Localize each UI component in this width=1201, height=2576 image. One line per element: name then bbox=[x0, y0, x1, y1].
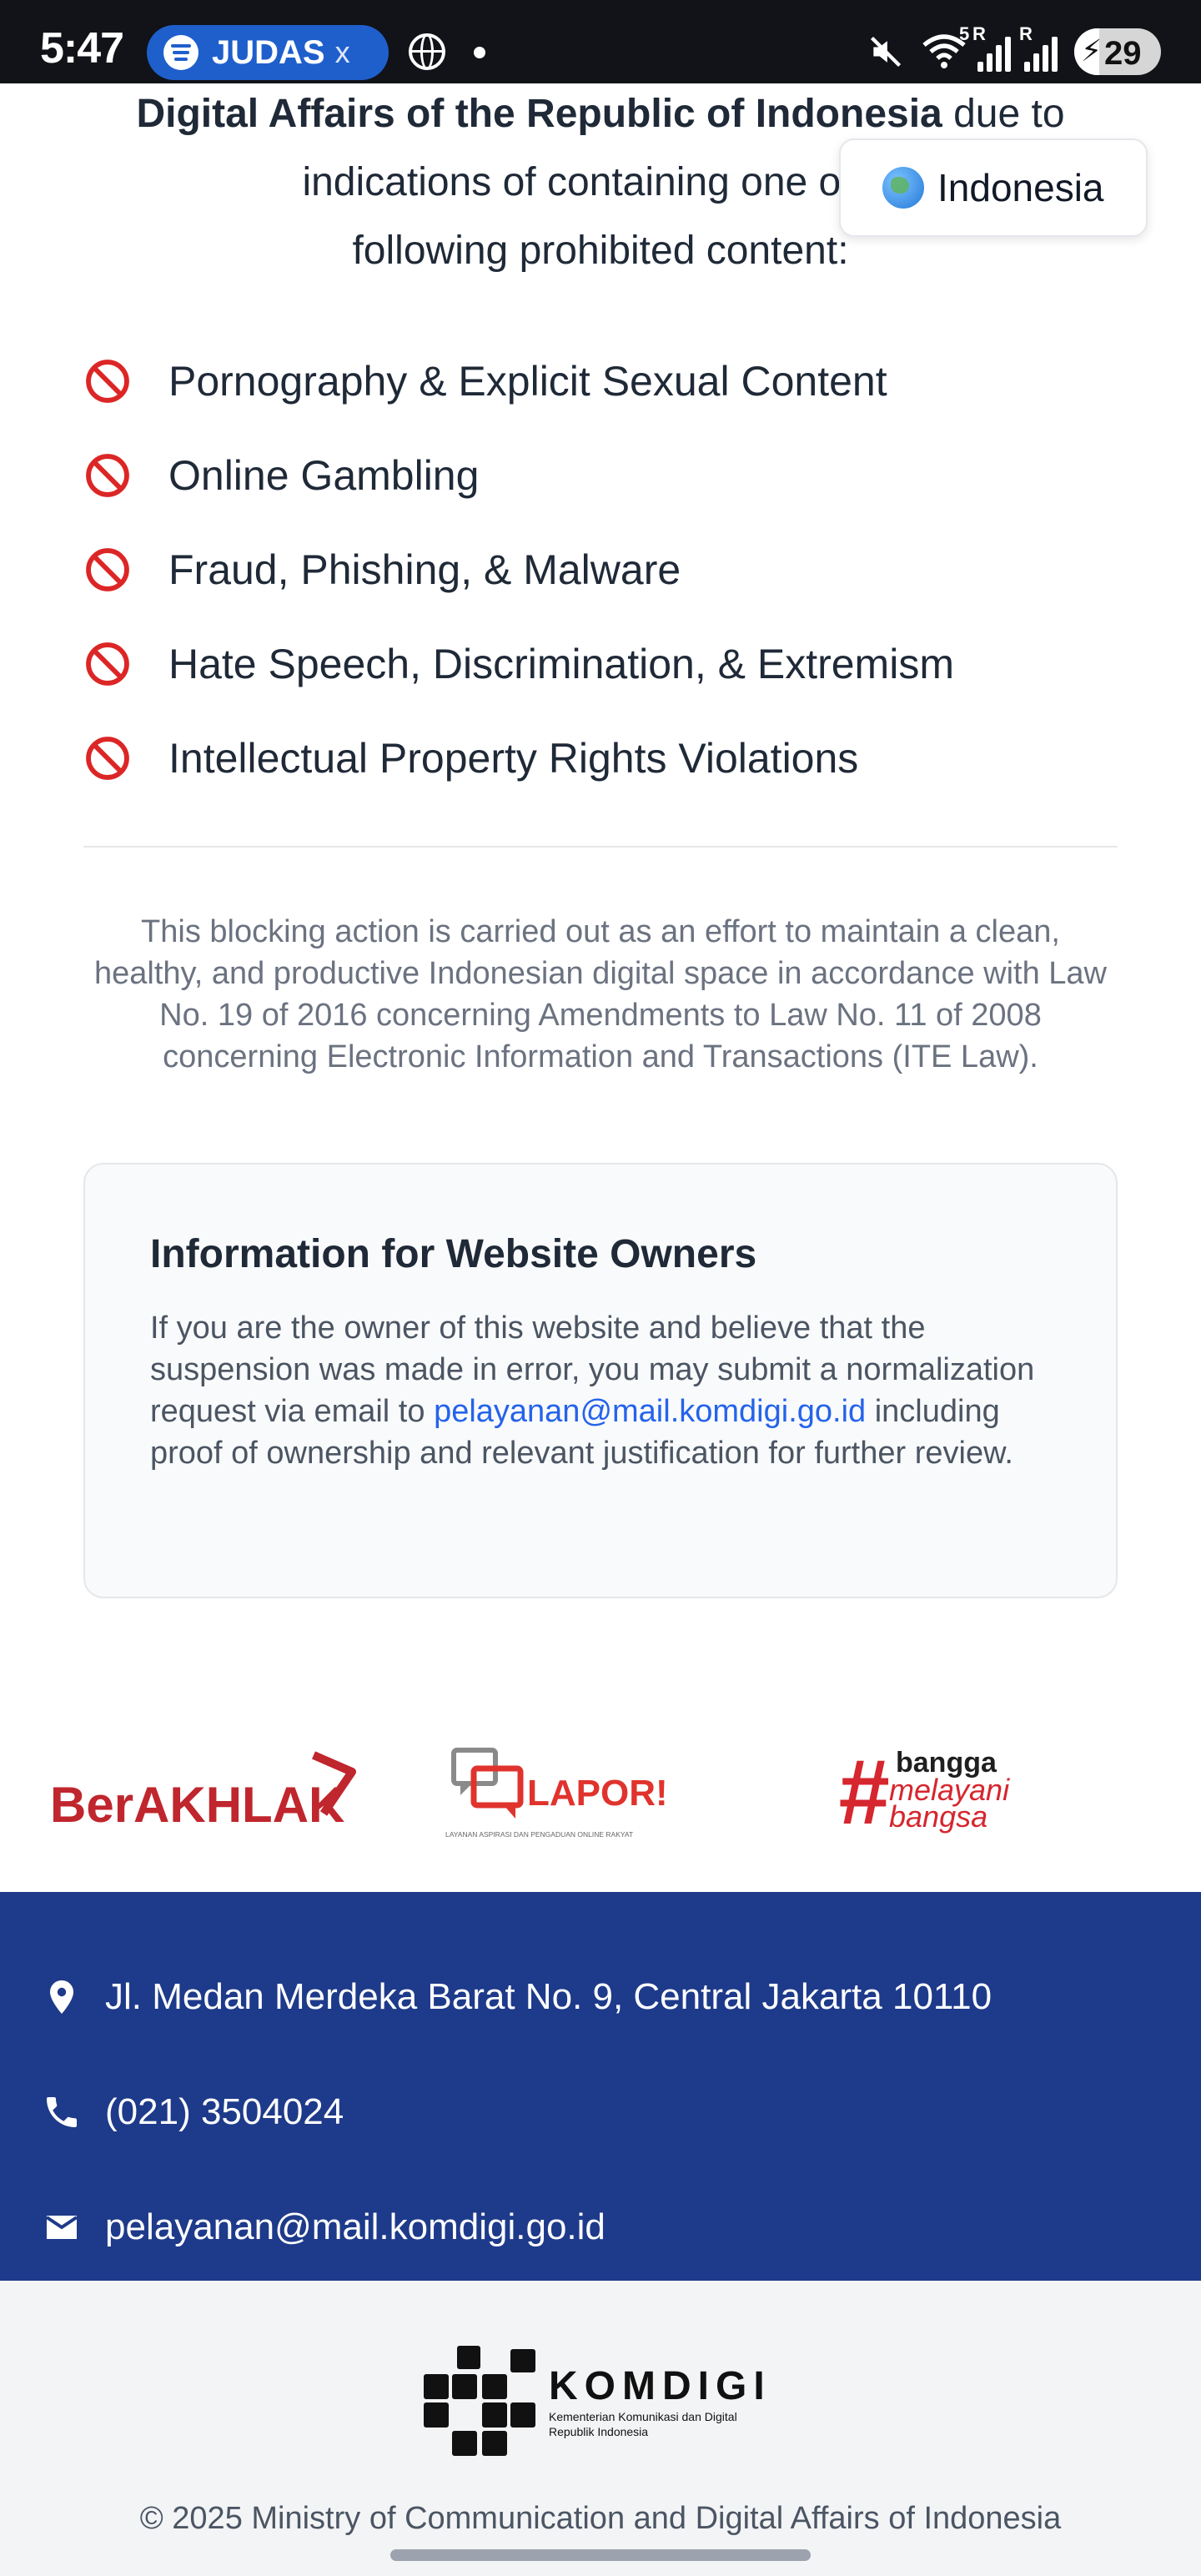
ban-icon bbox=[86, 453, 129, 497]
status-time: 5:47 bbox=[40, 24, 124, 73]
language-label: Indonesia bbox=[937, 166, 1104, 209]
lapor-text: LAPOR! bbox=[527, 1773, 668, 1814]
network-type-label: 5 bbox=[959, 23, 970, 44]
prohibited-item-text: Intellectual Property Rights Violations bbox=[168, 734, 859, 782]
site-footer: KOMDIGI Kementerian Komunikasi dan Digit… bbox=[0, 2281, 1201, 2576]
copyright-text: © 2025 Ministry of Communication and Dig… bbox=[139, 2501, 1062, 2536]
battery-indicator: ⚡ 29 bbox=[1074, 28, 1161, 75]
berakhlak-logo: BerAKHLAK bbox=[50, 1751, 356, 1832]
komdigi-sub-2: Republik Indonesia bbox=[549, 2425, 648, 2438]
owner-email-link[interactable]: pelayanan@mail.komdigi.go.id bbox=[434, 1394, 866, 1429]
ban-icon bbox=[86, 547, 129, 591]
list-item: Fraud, Phishing, & Malware bbox=[83, 522, 1118, 616]
legal-basis-text: This blocking action is carried out as a… bbox=[94, 914, 1107, 1074]
battery-level-text: 29 bbox=[1104, 35, 1142, 72]
owner-info-title: Information for Website Owners bbox=[150, 1232, 757, 1276]
list-item: Pornography & Explicit Sexual Content bbox=[83, 334, 1118, 428]
list-item: Intellectual Property Rights Violations bbox=[83, 711, 1118, 805]
prohibited-item-text: Fraud, Phishing, & Malware bbox=[168, 546, 681, 593]
signal-icon-2 bbox=[1024, 32, 1064, 72]
phone-icon bbox=[47, 2097, 77, 2127]
language-switch-button[interactable]: Indonesia bbox=[839, 138, 1148, 237]
prohibited-item-text: Online Gambling bbox=[168, 451, 480, 499]
intro-line1-rest: due to bbox=[942, 92, 1065, 136]
contact-footer: Jl. Medan Merdeka Barat No. 9, Central J… bbox=[0, 1892, 1201, 2281]
spotify-icon bbox=[163, 35, 198, 70]
prohibited-content-list: Pornography & Explicit Sexual Content On… bbox=[83, 334, 1118, 805]
location-pin-icon bbox=[50, 1980, 73, 2014]
contact-address: Jl. Medan Merdeka Barat No. 9, Central J… bbox=[42, 1972, 992, 2022]
partner-logos: BerAKHLAK LAPOR! LAYANAN ASPIRASI DAN PE… bbox=[0, 1735, 1201, 1844]
komdigi-sub-1: Kementerian Komunikasi dan Digital bbox=[549, 2410, 737, 2423]
lapor-subtitle: LAYANAN ASPIRASI DAN PENGADUAN ONLINE RA… bbox=[445, 1830, 633, 1839]
section-divider bbox=[83, 846, 1118, 848]
ban-icon bbox=[86, 641, 129, 686]
berakhlak-text: BerAKHLAK bbox=[50, 1777, 344, 1832]
notification-dot-icon bbox=[474, 47, 485, 58]
bangga-line-3: bangsa bbox=[889, 1799, 987, 1834]
phone-text[interactable]: (021) 3504024 bbox=[105, 2091, 344, 2133]
intro-bold-text: Digital Affairs of the Republic of Indon… bbox=[136, 92, 942, 136]
gesture-home-bar[interactable] bbox=[390, 2549, 811, 2561]
contact-phone[interactable]: (021) 3504024 bbox=[42, 2087, 344, 2137]
list-item: Online Gambling bbox=[83, 428, 1118, 522]
website-owner-info-card: Information for Website Owners If you ar… bbox=[83, 1163, 1118, 1598]
bangga-melayani-bangsa-logo: # bangga melayani bangsa bbox=[837, 1741, 1010, 1840]
status-bar: 5:47 JUDAS x 5 R R ⚡ 29 bbox=[0, 0, 1201, 83]
signal-icon-1 bbox=[977, 32, 1018, 72]
svg-text:#: # bbox=[837, 1741, 889, 1840]
ban-icon bbox=[86, 359, 129, 403]
mute-icon bbox=[870, 36, 902, 68]
media-title: JUDAS bbox=[212, 33, 325, 71]
komdigi-brand-text: KOMDIGI bbox=[549, 2364, 771, 2408]
media-playing-pill[interactable]: JUDAS x bbox=[147, 25, 389, 80]
owner-info-text: If you are the owner of this website and… bbox=[150, 1307, 1051, 1474]
charging-bolt-icon: ⚡ bbox=[1081, 33, 1103, 68]
ban-icon bbox=[86, 736, 129, 780]
mail-icon bbox=[45, 2216, 78, 2239]
email-text[interactable]: pelayanan@mail.komdigi.go.id bbox=[105, 2206, 606, 2248]
list-item: Hate Speech, Discrimination, & Extremism bbox=[83, 616, 1118, 711]
prohibited-item-text: Pornography & Explicit Sexual Content bbox=[168, 357, 887, 405]
prohibited-item-text: Hate Speech, Discrimination, & Extremism bbox=[168, 640, 954, 687]
lapor-logo: LAPOR! LAYANAN ASPIRASI DAN PENGADUAN ON… bbox=[445, 1748, 668, 1839]
komdigi-logo: KOMDIGI Kementerian Komunikasi dan Digit… bbox=[424, 2346, 771, 2456]
address-text: Jl. Medan Merdeka Barat No. 9, Central J… bbox=[105, 1976, 992, 2017]
media-close: x bbox=[334, 35, 350, 69]
globe-icon bbox=[409, 33, 445, 70]
globe-icon bbox=[882, 167, 924, 209]
contact-email[interactable]: pelayanan@mail.komdigi.go.id bbox=[42, 2202, 606, 2252]
